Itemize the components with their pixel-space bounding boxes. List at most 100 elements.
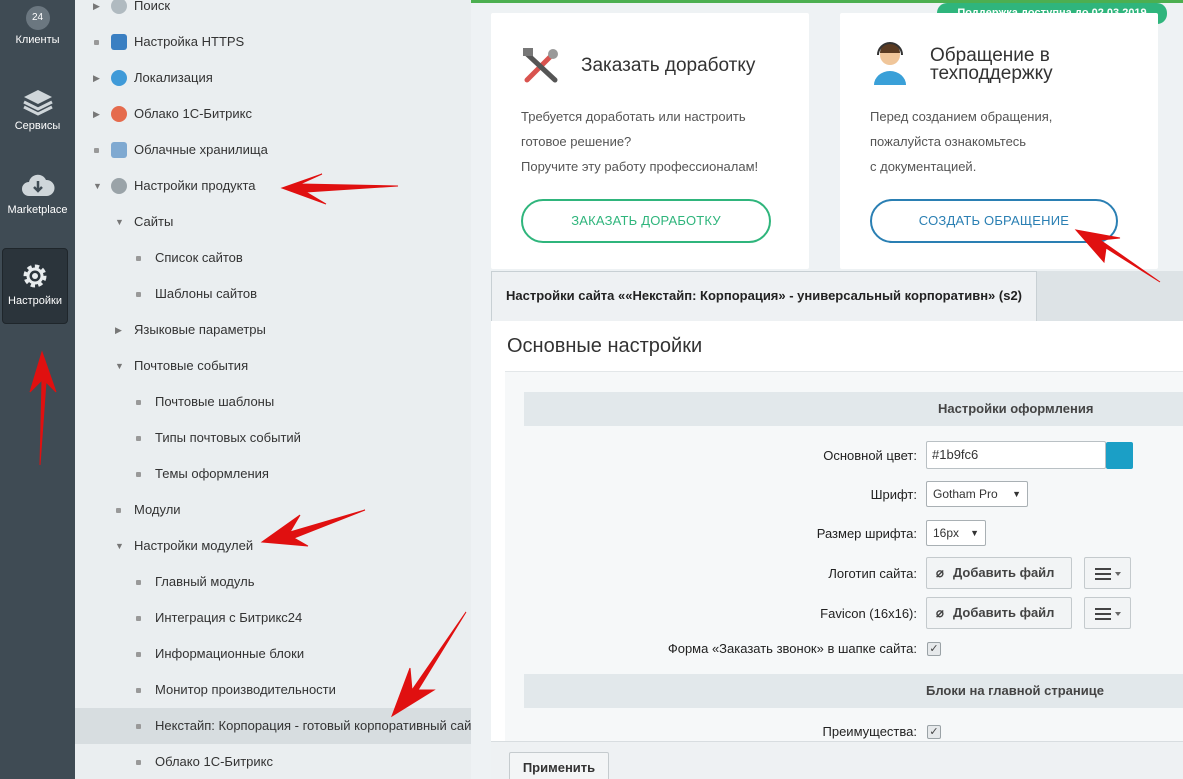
tree-item-main-module[interactable]: Главный модуль xyxy=(75,564,471,600)
tree-item-bitrix-cloud-module[interactable]: Облако 1С-Битрикс xyxy=(75,744,471,779)
tree-item-language-params[interactable]: ▶ Языковые параметры xyxy=(75,312,471,348)
tree-item-label: Облако 1С-Битрикс xyxy=(134,106,252,121)
tree-item-localization[interactable]: ▶ Локализация xyxy=(75,60,471,96)
tree-item-bitrix-cloud[interactable]: ▶ Облако 1С-Битрикс xyxy=(75,96,471,132)
tree-item-product-settings[interactable]: ▼ Настройки продукта xyxy=(75,168,471,204)
tree-item-label: Локализация xyxy=(134,70,213,85)
favicon-label: Favicon (16x16): xyxy=(820,606,917,621)
rail-item-services[interactable]: Сервисы xyxy=(0,88,75,132)
gear-icon xyxy=(23,264,47,288)
tree-item-label: Сайты xyxy=(134,214,174,229)
storage-icon xyxy=(111,142,127,158)
menu-icon xyxy=(1095,568,1121,580)
tree-item-label: Список сайтов xyxy=(155,250,243,265)
settings-panel: Основные настройки Настройки оформления … xyxy=(491,321,1183,779)
card-text-line: Перед созданием обращения, xyxy=(870,109,1053,124)
tree-item-perf-monitor[interactable]: Монитор производительности xyxy=(75,672,471,708)
expand-arrow-icon[interactable]: ▶ xyxy=(115,312,122,348)
tree-item-cloud-storage[interactable]: Облачные хранилища xyxy=(75,132,471,168)
tree-item-sites[interactable]: ▼ Сайты xyxy=(75,204,471,240)
tree-item-label: Главный модуль xyxy=(155,574,255,589)
tree-item-search[interactable]: ▶ Поиск xyxy=(75,0,471,24)
settings-form: Настройки оформления Основной цвет: #1b9… xyxy=(505,371,1183,779)
chevron-down-icon: ▼ xyxy=(970,528,979,538)
collapse-arrow-icon[interactable]: ▼ xyxy=(115,204,124,240)
callback-form-label: Форма «Заказать звонок» в шапке сайта: xyxy=(667,641,917,656)
bullet-icon xyxy=(94,40,99,45)
tree-item-module-settings[interactable]: ▼ Настройки модулей xyxy=(75,528,471,564)
tree-item-themes[interactable]: Темы оформления xyxy=(75,456,471,492)
tree-item-site-templates[interactable]: Шаблоны сайтов xyxy=(75,276,471,312)
card-text-line: с документацией. xyxy=(870,159,977,174)
tree-item-modules[interactable]: Модули xyxy=(75,492,471,528)
page-title: Основные настройки xyxy=(507,335,703,357)
tree-item-label: Модули xyxy=(134,502,181,517)
tree-item-label: Облако 1С-Битрикс xyxy=(155,754,273,769)
font-size-label: Размер шрифта: xyxy=(816,526,917,541)
form-footer: Применить xyxy=(491,741,1183,779)
bullet-icon xyxy=(116,508,121,513)
logo-label: Логотип сайта: xyxy=(828,566,917,581)
tree-item-mail-event-types[interactable]: Типы почтовых событий xyxy=(75,420,471,456)
expand-arrow-icon[interactable]: ▶ xyxy=(93,96,100,132)
advantages-checkbox[interactable]: ✓ xyxy=(927,725,941,739)
tree-item-infoblocks[interactable]: Информационные блоки xyxy=(75,636,471,672)
tab-site-settings[interactable]: Настройки сайта ««Некстайп: Корпорация» … xyxy=(491,271,1038,321)
apply-button[interactable]: Применить xyxy=(509,752,609,779)
collapse-arrow-icon[interactable]: ▼ xyxy=(115,348,124,384)
tree-item-label: Поиск xyxy=(134,0,171,13)
create-ticket-button[interactable]: СОЗДАТЬ ОБРАЩЕНИЕ xyxy=(870,199,1118,243)
tree-item-bitrix24-integration[interactable]: Интеграция с Битрикс24 xyxy=(75,600,471,636)
tree-item-label: Настройки модулей xyxy=(134,538,254,553)
tree-item-nextype-corp[interactable]: Некстайп: Корпорация - готовый корпорати… xyxy=(75,708,471,744)
support-agent-icon xyxy=(874,42,906,85)
search-icon xyxy=(111,0,127,14)
callback-form-checkbox[interactable]: ✓ xyxy=(927,642,941,656)
order-development-button[interactable]: ЗАКАЗАТЬ ДОРАБОТКУ xyxy=(521,199,771,243)
expand-arrow-icon[interactable]: ▶ xyxy=(93,0,100,24)
tree-item-label: Монитор производительности xyxy=(155,682,336,697)
rail-item-marketplace[interactable]: Marketplace xyxy=(0,172,75,216)
tree-item-label: Темы оформления xyxy=(155,466,269,481)
cloud-icon xyxy=(111,106,127,122)
bullet-icon xyxy=(136,724,141,729)
font-select[interactable]: Gotham Pro ▼ xyxy=(926,481,1028,507)
collapse-arrow-icon[interactable]: ▼ xyxy=(93,168,102,204)
bullet-icon xyxy=(136,436,141,441)
admin-menu-tree: ▶ Поиск Настройка HTTPS ▶ Локализация ▶ … xyxy=(75,0,471,779)
bullet-icon xyxy=(136,400,141,405)
rail-item-settings[interactable]: Настройки xyxy=(2,248,68,324)
support-card: Обращение в техподдержку Перед созданием… xyxy=(840,13,1158,269)
add-file-label: Добавить файл xyxy=(953,565,1055,580)
tree-item-https[interactable]: Настройка HTTPS xyxy=(75,24,471,60)
favicon-add-file-button[interactable]: ⌀ Добавить файл xyxy=(926,597,1072,629)
gear-icon xyxy=(111,178,127,194)
rail-item-label: Настройки xyxy=(8,295,62,307)
main-color-input[interactable]: #1b9fc6 xyxy=(926,441,1106,469)
collapse-arrow-icon[interactable]: ▼ xyxy=(115,528,124,564)
logo-menu-button[interactable] xyxy=(1084,557,1131,589)
favicon-menu-button[interactable] xyxy=(1084,597,1131,629)
main-color-label: Основной цвет: xyxy=(823,448,917,463)
rail-item-label: Marketplace xyxy=(7,204,68,216)
tree-item-site-list[interactable]: Список сайтов xyxy=(75,240,471,276)
logo-add-file-button[interactable]: ⌀ Добавить файл xyxy=(926,557,1072,589)
cloud-download-icon xyxy=(21,174,55,196)
tree-item-label: Типы почтовых событий xyxy=(155,430,301,445)
font-label: Шрифт: xyxy=(870,487,917,502)
bullet-icon xyxy=(136,580,141,585)
expand-arrow-icon[interactable]: ▶ xyxy=(93,60,100,96)
tools-icon xyxy=(523,48,558,83)
tree-item-mail-templates[interactable]: Почтовые шаблоны xyxy=(75,384,471,420)
tree-item-label: Шаблоны сайтов xyxy=(155,286,258,301)
settings-tabbar: Настройки сайта ««Некстайп: Корпорация» … xyxy=(491,271,1183,321)
tree-item-label: Настройки продукта xyxy=(134,178,256,193)
color-picker-swatch[interactable] xyxy=(1106,442,1133,469)
globe-icon xyxy=(111,70,127,86)
rail-item-clients[interactable]: 24 Клиенты xyxy=(0,6,75,46)
bullet-icon xyxy=(94,148,99,153)
order-development-card: Заказать доработку Требуется доработать … xyxy=(491,13,809,269)
tree-item-mail-events[interactable]: ▼ Почтовые события xyxy=(75,348,471,384)
rail-item-label: Клиенты xyxy=(15,34,60,46)
font-size-select[interactable]: 16px ▼ xyxy=(926,520,986,546)
